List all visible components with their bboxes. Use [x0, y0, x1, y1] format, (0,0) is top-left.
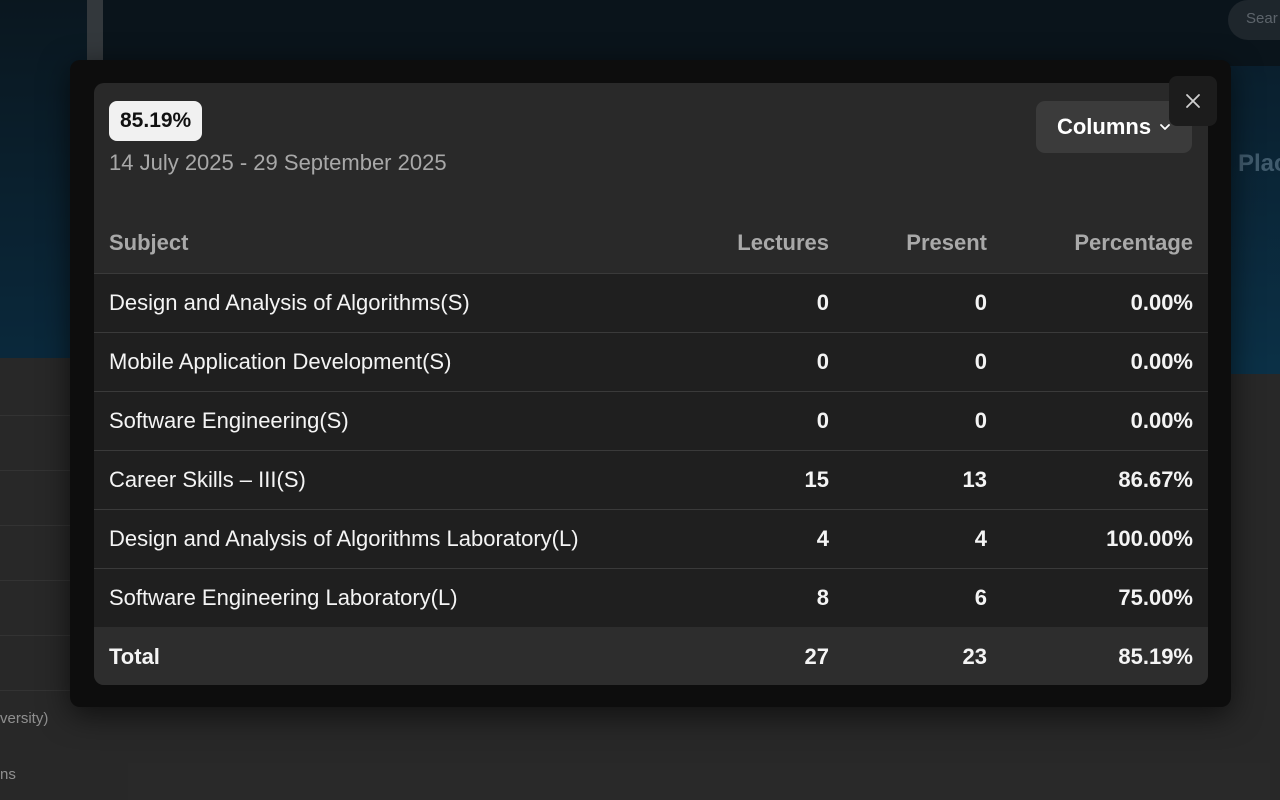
percentage-cell: 0.00%: [1002, 272, 1208, 332]
close-icon: [1186, 94, 1200, 108]
table-row: Software Engineering(S) 0 0 0.00%: [94, 390, 1208, 450]
table-row: Career Skills – III(S) 15 13 86.67%: [94, 449, 1208, 509]
subject-cell: Design and Analysis of Algorithms(S): [94, 272, 684, 332]
subject-cell: Design and Analysis of Algorithms Labora…: [94, 508, 684, 568]
percentage-cell: 100.00%: [1002, 508, 1208, 568]
percentage-cell: 0.00%: [1002, 331, 1208, 391]
present-cell: 0: [844, 390, 1002, 450]
table-row: Mobile Application Development(S) 0 0 0.…: [94, 331, 1208, 391]
date-range: 14 July 2025 - 29 September 2025: [109, 150, 447, 175]
table-total-row: Total 27 23 85.19%: [94, 627, 1208, 685]
total-lectures-cell: 27: [684, 627, 844, 685]
column-header-percentage[interactable]: Percentage: [1002, 213, 1208, 273]
table-row: Design and Analysis of Algorithms(S) 0 0…: [94, 272, 1208, 332]
attendance-table: Subject Lectures Present Percentage Desi…: [94, 213, 1208, 685]
lectures-cell: 0: [684, 331, 844, 391]
percentage-cell: 0.00%: [1002, 390, 1208, 450]
present-cell: 0: [844, 331, 1002, 391]
column-header-subject[interactable]: Subject: [94, 213, 684, 273]
present-cell: 4: [844, 508, 1002, 568]
subject-cell: Mobile Application Development(S): [94, 331, 684, 391]
total-label-cell: Total: [94, 627, 684, 685]
attendance-card: 85.19% 14 July 2025 - 29 September 2025 …: [94, 83, 1208, 685]
table-row: Software Engineering Laboratory(L) 8 6 7…: [94, 567, 1208, 627]
lectures-cell: 4: [684, 508, 844, 568]
close-button[interactable]: [1169, 76, 1217, 126]
total-present-cell: 23: [844, 627, 1002, 685]
chevron-down-icon: [1160, 124, 1170, 130]
columns-button-label: Columns: [1056, 114, 1152, 139]
subject-cell: Career Skills – III(S): [94, 449, 684, 509]
lectures-cell: 8: [684, 567, 844, 627]
subject-cell: Software Engineering(S): [94, 390, 684, 450]
present-cell: 13: [844, 449, 1002, 509]
lectures-cell: 15: [684, 449, 844, 509]
percentage-cell: 75.00%: [1002, 567, 1208, 627]
present-cell: 6: [844, 567, 1002, 627]
total-percentage-cell: 85.19%: [1002, 627, 1208, 685]
lectures-cell: 0: [684, 390, 844, 450]
present-cell: 0: [844, 272, 1002, 332]
percentage-cell: 86.67%: [1002, 449, 1208, 509]
subject-cell: Software Engineering Laboratory(L): [94, 567, 684, 627]
table-row: Design and Analysis of Algorithms Labora…: [94, 508, 1208, 568]
lectures-cell: 0: [684, 272, 844, 332]
overall-percentage-badge: 85.19%: [109, 101, 203, 141]
column-header-present[interactable]: Present: [844, 213, 1002, 273]
table-header-row: Subject Lectures Present Percentage: [94, 213, 1208, 273]
column-header-lectures[interactable]: Lectures: [684, 213, 844, 273]
